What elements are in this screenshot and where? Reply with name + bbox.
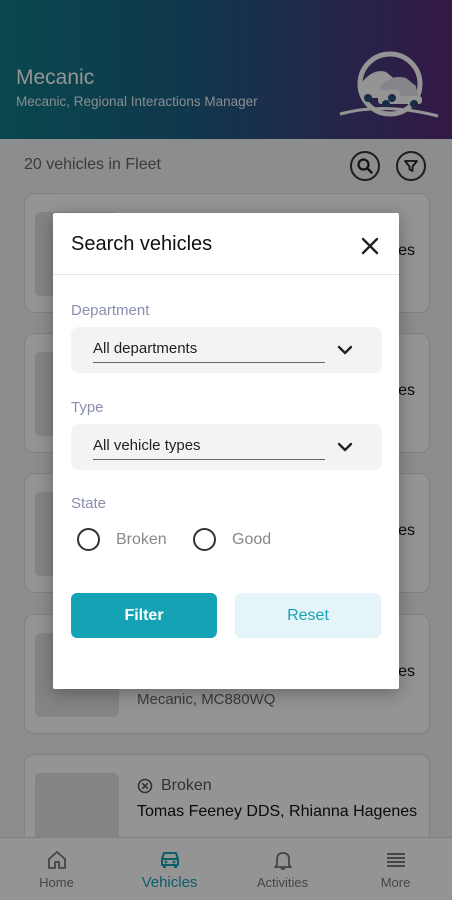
department-value: All departments: [93, 340, 198, 357]
select-underline: [93, 459, 325, 460]
reset-button[interactable]: Reset: [235, 593, 381, 638]
dialog-divider: [53, 274, 399, 275]
radio-circle[interactable]: [193, 528, 216, 551]
type-label: Type: [71, 399, 104, 416]
search-vehicles-dialog: Search vehicles Department All departmen…: [53, 213, 399, 689]
chevron-down-icon: [337, 345, 353, 355]
type-select[interactable]: All vehicle types: [71, 424, 382, 470]
radio-label: Broken: [116, 530, 167, 548]
type-value: All vehicle types: [93, 437, 201, 454]
select-underline: [93, 362, 325, 363]
close-icon: [361, 237, 379, 255]
department-label: Department: [71, 302, 150, 319]
radio-label: Good: [232, 530, 272, 548]
state-radio-good[interactable]: Good: [193, 528, 271, 551]
chevron-down-icon: [337, 442, 353, 452]
dialog-title: Search vehicles: [71, 233, 213, 255]
radio-circle[interactable]: [77, 528, 100, 551]
close-button[interactable]: [357, 233, 383, 259]
state-radio-broken[interactable]: Broken: [77, 528, 167, 551]
department-select[interactable]: All departments: [71, 327, 382, 373]
state-label: State: [71, 495, 107, 512]
filter-button[interactable]: Filter: [71, 593, 217, 638]
